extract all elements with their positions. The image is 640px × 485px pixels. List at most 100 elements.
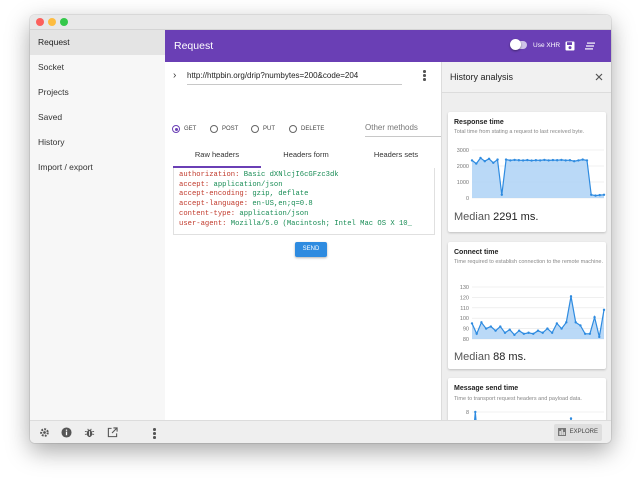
more-vert-icon[interactable]: [153, 428, 156, 440]
other-methods-placeholder: Other methods: [365, 123, 418, 132]
use-xhr-toggle[interactable]: [510, 39, 527, 50]
sidebar-item-request[interactable]: Request: [30, 30, 165, 55]
data-point: [494, 329, 497, 332]
data-point: [574, 321, 577, 324]
data-point: [536, 329, 540, 332]
series-area: [474, 412, 572, 420]
use-xhr-label: Use XHR: [533, 42, 561, 49]
maximize-window-button[interactable]: [60, 18, 68, 26]
info-icon[interactable]: [61, 427, 72, 438]
data-point: [538, 159, 542, 162]
window-titlebar: [30, 15, 611, 30]
y-tick-label: 8: [466, 410, 469, 416]
data-point: [480, 321, 483, 324]
more-vert-icon[interactable]: [423, 70, 426, 82]
tab-raw-headers[interactable]: Raw headers: [173, 147, 261, 168]
median-readout: Median 2291 ms.: [454, 211, 539, 223]
connect-time-chart: 130 120 110 100 90 80: [460, 285, 606, 343]
sidebar: Request Socket Projects Saved History Im…: [30, 30, 166, 420]
chevron-right-icon[interactable]: ›: [173, 70, 176, 81]
url-input[interactable]: http://httpbin.org/drip?numbytes=200&cod…: [187, 70, 402, 85]
data-point: [492, 161, 495, 164]
sidebar-item-projects[interactable]: Projects: [30, 80, 165, 105]
close-icon[interactable]: [595, 73, 603, 81]
data-point: [590, 193, 593, 196]
data-point: [546, 327, 549, 330]
response-time-card: Response time Total time from stating a …: [448, 112, 606, 232]
data-point: [541, 331, 544, 334]
data-point: [470, 322, 474, 325]
raw-headers-editor[interactable]: authorization: Basic dXNlcjI6cGFzc3dk ac…: [173, 168, 435, 235]
send-button[interactable]: SEND: [295, 242, 327, 257]
card-title: Message send time: [454, 385, 519, 392]
method-label-get: GET: [184, 126, 197, 132]
method-radio-get[interactable]: [172, 125, 180, 133]
sidebar-item-socket[interactable]: Socket: [30, 55, 165, 80]
data-point: [577, 159, 580, 162]
data-point: [489, 325, 493, 328]
data-point: [522, 332, 526, 335]
data-point: [534, 159, 538, 162]
minimize-window-button[interactable]: [48, 18, 56, 26]
settings-icon[interactable]: [39, 427, 50, 438]
message-send-time-chart: 86: [466, 410, 604, 420]
open-in-new-icon[interactable]: [107, 427, 118, 438]
series-area: [472, 158, 604, 198]
method-radio-put[interactable]: [251, 125, 259, 133]
data-point: [530, 159, 533, 162]
y-tick-label: 110: [460, 306, 469, 312]
method-radio-delete[interactable]: [289, 125, 297, 133]
header-line: authorization: Basic dXNlcjI6cGFzc3dk: [179, 171, 339, 179]
y-tick-label: 100: [460, 316, 469, 322]
explore-button[interactable]: EXPLORE: [554, 424, 602, 441]
data-point: [593, 315, 596, 319]
data-point: [517, 329, 521, 332]
data-point: [588, 332, 592, 335]
card-description: Time required to establish connection to…: [454, 259, 603, 265]
method-label-put: PUT: [263, 126, 275, 132]
data-point: [508, 328, 511, 331]
connect-time-card: Connect time Time required to establish …: [448, 242, 606, 369]
method-label-delete: DELETE: [301, 126, 325, 132]
data-point: [579, 324, 582, 327]
tab-headers-sets[interactable]: Headers sets: [351, 147, 441, 166]
bug-icon[interactable]: [84, 427, 95, 438]
header-line: accept-encoding: gzip, deflate: [179, 190, 309, 199]
menu-lines-icon[interactable]: [585, 42, 595, 50]
data-point: [555, 322, 559, 325]
y-tick-label: 90: [463, 327, 469, 333]
close-window-button[interactable]: [36, 18, 44, 26]
method-radio-post[interactable]: [210, 125, 218, 133]
data-point: [602, 193, 606, 196]
data-point: [550, 331, 554, 334]
data-point: [555, 159, 559, 162]
data-point: [504, 158, 508, 161]
data-point: [521, 159, 525, 162]
data-point: [598, 193, 601, 197]
sidebar-item-history[interactable]: History: [30, 130, 165, 155]
data-point: [551, 158, 555, 162]
app-window: Request Socket Projects Saved History Im…: [30, 15, 611, 443]
message-send-time-card: Message send time Time to transport requ…: [448, 378, 606, 420]
card-title: Response time: [454, 119, 504, 126]
save-icon[interactable]: [565, 41, 575, 51]
request-editor: › http://httpbin.org/drip?numbytes=200&c…: [165, 62, 461, 420]
data-point: [598, 335, 601, 339]
data-point: [543, 158, 546, 162]
data-point: [532, 332, 535, 335]
y-tick-label: 2000: [457, 164, 469, 170]
data-point: [564, 159, 567, 162]
headers-tabs: Raw headers Headers form Headers sets: [173, 147, 441, 168]
data-point: [602, 308, 606, 312]
sidebar-item-saved[interactable]: Saved: [30, 105, 165, 130]
app-bar: Request Use XHR: [165, 30, 611, 62]
data-point: [565, 321, 568, 324]
tab-headers-form[interactable]: Headers form: [261, 147, 351, 166]
data-point: [503, 331, 507, 334]
page-title: Request: [174, 40, 214, 52]
data-point: [585, 159, 589, 162]
y-tick-label: 0: [466, 196, 469, 202]
sidebar-item-import-export[interactable]: Import / export: [30, 155, 165, 180]
panel-header: History analysis: [442, 62, 611, 93]
data-point: [496, 158, 499, 161]
